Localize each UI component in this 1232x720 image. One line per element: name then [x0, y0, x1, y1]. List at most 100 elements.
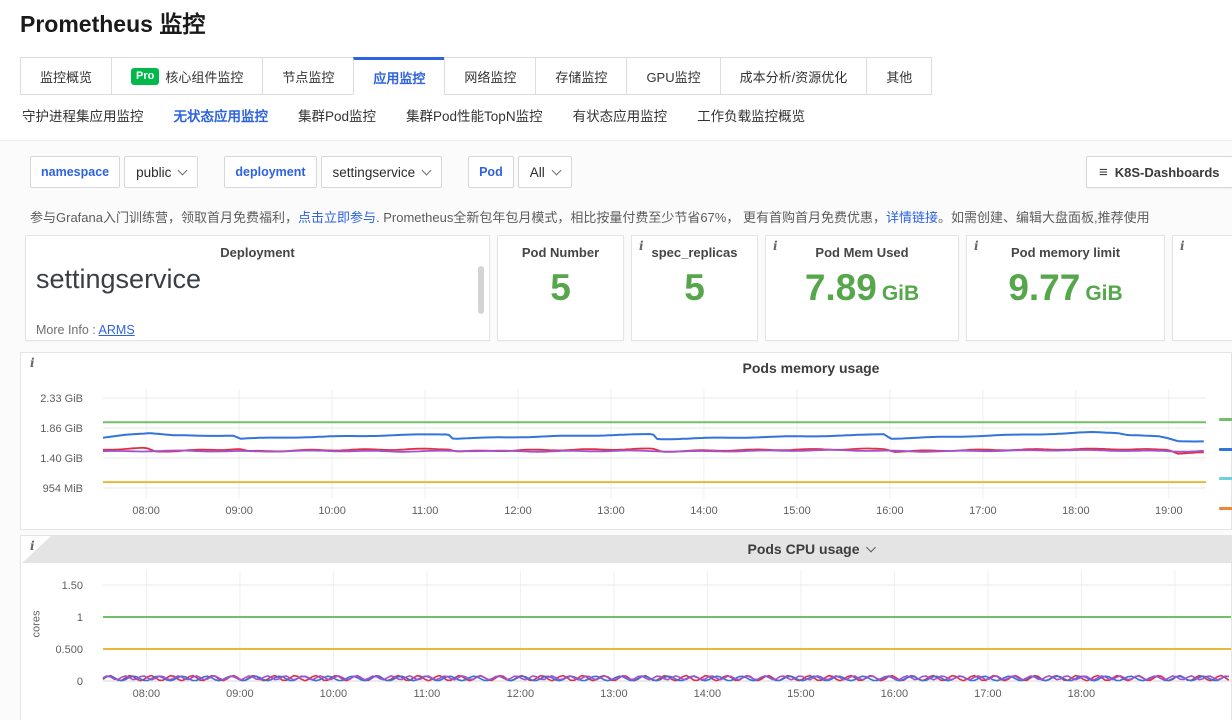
deployment-filter-label[interactable]: deployment: [224, 156, 316, 188]
legend-swatch-cyan[interactable]: [1219, 477, 1232, 480]
svg-text:16:00: 16:00: [881, 688, 909, 700]
promo-banner: 参与Grafana入门训练营，领取首月免费福利，点击立即参与. Promethe…: [30, 207, 1232, 226]
stat-title-pod-number: Pod Number: [498, 245, 623, 260]
cpu-panel-title-text: Pods CPU usage: [747, 541, 859, 557]
pods-cpu-usage-title[interactable]: Pods CPU usage: [747, 541, 874, 557]
subtab-stateful-app[interactable]: 有状态应用监控: [573, 105, 668, 125]
stat-cards-row: Deployment settingservice More Info : AR…: [25, 235, 1232, 341]
svg-text:11:00: 11:00: [414, 688, 441, 700]
svg-text:18:00: 18:00: [1068, 688, 1096, 700]
svg-text:1.40 GiB: 1.40 GiB: [40, 453, 83, 465]
tab-storage-monitor[interactable]: 存储监控: [535, 57, 627, 95]
info-icon[interactable]: i: [974, 239, 979, 253]
pro-badge: Pro: [131, 68, 159, 85]
legend-swatch-orange[interactable]: [1219, 507, 1232, 510]
pod-memory-limit-unit: GiB: [1085, 282, 1122, 306]
stat-card-pod-memory-limit: i Pod memory limit 9.77 GiB: [966, 235, 1165, 341]
chevron-down-icon: [178, 166, 188, 176]
svg-text:1.86 GiB: 1.86 GiB: [40, 423, 83, 435]
svg-text:15:00: 15:00: [783, 505, 811, 517]
banner-text-1: 参与Grafana入门训练营，领取首月免费福利，: [30, 210, 298, 225]
tab-other[interactable]: 其他: [866, 57, 932, 95]
svg-text:14:00: 14:00: [694, 688, 722, 700]
svg-text:12:00: 12:00: [507, 688, 535, 700]
svg-text:0: 0: [77, 676, 83, 688]
pods-memory-usage-panel: i Pods memory usage 08:00 09:00 10:00 11:00…: [20, 352, 1232, 530]
pod-memory-limit-value: 9.77: [1008, 267, 1080, 309]
svg-text:13:00: 13:00: [597, 505, 625, 517]
svg-text:2.33 GiB: 2.33 GiB: [40, 393, 83, 405]
tab-cost-analysis[interactable]: 成本分析/资源优化: [720, 57, 868, 95]
panel-info-icon[interactable]: i: [30, 356, 35, 370]
legend-swatch-blue[interactable]: [1219, 448, 1232, 451]
stat-card-partial: i: [1172, 235, 1232, 341]
secondary-tabs: 守护进程集应用监控 无状态应用监控 集群Pod监控 集群Pod性能TopN监控 …: [22, 105, 805, 125]
stat-card-pod-mem-used: i Pod Mem Used 7.89 GiB: [765, 235, 959, 341]
deployment-select-value: settingservice: [333, 165, 416, 180]
svg-text:09:00: 09:00: [225, 505, 253, 517]
subtab-stateless-app[interactable]: 无状态应用监控: [174, 105, 269, 125]
tab-app-monitor[interactable]: 应用监控: [353, 57, 445, 95]
info-icon[interactable]: i: [773, 239, 778, 253]
banner-join-link[interactable]: 点击立即参与: [298, 210, 376, 225]
subtab-cluster-pod-topn[interactable]: 集群Pod性能TopN监控: [406, 105, 543, 125]
svg-text:19:00: 19:00: [1155, 505, 1183, 517]
stat-card-spec-replicas: i spec_replicas 5: [631, 235, 758, 341]
svg-text:10:00: 10:00: [318, 505, 346, 517]
banner-details-link[interactable]: 详情链接: [886, 210, 938, 225]
svg-text:08:00: 08:00: [133, 688, 161, 700]
pods-memory-usage-title[interactable]: Pods memory usage: [743, 360, 880, 376]
svg-text:18:00: 18:00: [1062, 505, 1090, 517]
primary-tabs: 监控概览 Pro 核心组件监控 节点监控 应用监控 网络监控 存储监控 GPU监…: [20, 57, 932, 95]
svg-text:17:00: 17:00: [974, 688, 1002, 700]
chevron-down-icon: [551, 166, 561, 176]
legend-swatch-green[interactable]: [1219, 418, 1232, 421]
pod-select-value: All: [530, 165, 545, 180]
namespace-filter-label[interactable]: namespace: [30, 156, 120, 188]
toolbar-actions: ≡ K8S-Dashboards 导入(: [1086, 156, 1232, 188]
chevron-down-icon: [422, 166, 432, 176]
info-icon[interactable]: i: [1180, 239, 1185, 253]
tab-core-components[interactable]: Pro 核心组件监控: [111, 57, 263, 95]
info-icon[interactable]: i: [639, 239, 644, 253]
tab-core-components-label: 核心组件监控: [165, 67, 243, 86]
svg-text:10:00: 10:00: [320, 688, 348, 700]
svg-text:954 MiB: 954 MiB: [43, 483, 83, 495]
page-title: Prometheus 监控: [20, 5, 205, 39]
subtab-workload-overview[interactable]: 工作负载监控概览: [697, 105, 805, 125]
arms-link[interactable]: ARMS: [99, 323, 135, 337]
svg-text:14:00: 14:00: [690, 505, 718, 517]
deployment-select[interactable]: settingservice: [321, 156, 443, 188]
spec-replicas-value: 5: [684, 267, 705, 309]
filter-bar: namespace public deployment settingservi…: [30, 156, 572, 188]
svg-text:17:00: 17:00: [969, 505, 997, 517]
deployment-value: settingservice: [36, 264, 489, 295]
svg-text:11:00: 11:00: [412, 505, 439, 517]
pod-select[interactable]: All: [518, 156, 572, 188]
tab-network-monitor[interactable]: 网络监控: [444, 57, 536, 95]
svg-text:15:00: 15:00: [787, 688, 815, 700]
chevron-down-icon: [866, 543, 876, 553]
pod-mem-used-unit: GiB: [882, 282, 919, 306]
k8s-dashboards-button[interactable]: ≡ K8S-Dashboards: [1086, 156, 1232, 188]
subtab-daemonset-app[interactable]: 守护进程集应用监控: [22, 105, 144, 125]
subtab-cluster-pod[interactable]: 集群Pod监控: [298, 105, 376, 125]
panel-info-icon[interactable]: i: [30, 539, 35, 553]
tab-node-monitor[interactable]: 节点监控: [262, 57, 354, 95]
namespace-select[interactable]: public: [124, 156, 198, 188]
svg-text:1.50: 1.50: [62, 580, 83, 592]
stat-title-deployment: Deployment: [26, 245, 489, 260]
svg-text:09:00: 09:00: [226, 688, 254, 700]
stat-title-pod-mem-used: Pod Mem Used: [766, 245, 958, 260]
tab-gpu-monitor[interactable]: GPU监控: [626, 57, 720, 95]
stat-title-spec-replicas: spec_replicas: [632, 245, 757, 260]
pods-cpu-usage-chart[interactable]: 08:0009:0010:0011:0012:0013:0014:0015:00…: [21, 536, 1231, 720]
card-scrollbar[interactable]: [478, 266, 484, 314]
tab-monitor-overview[interactable]: 监控概览: [20, 57, 112, 95]
stat-card-pod-number: Pod Number 5: [497, 235, 624, 341]
svg-text:08:00: 08:00: [132, 505, 160, 517]
pods-memory-usage-chart[interactable]: 08:0009:0010:0011:0012:0013:0014:0015:00…: [21, 353, 1231, 529]
banner-text-3: 。如需创建、编辑大盘面板,推荐使用: [938, 210, 1150, 225]
pod-filter-label[interactable]: Pod: [468, 156, 514, 188]
more-info-text: More Info : ARMS: [36, 323, 135, 337]
